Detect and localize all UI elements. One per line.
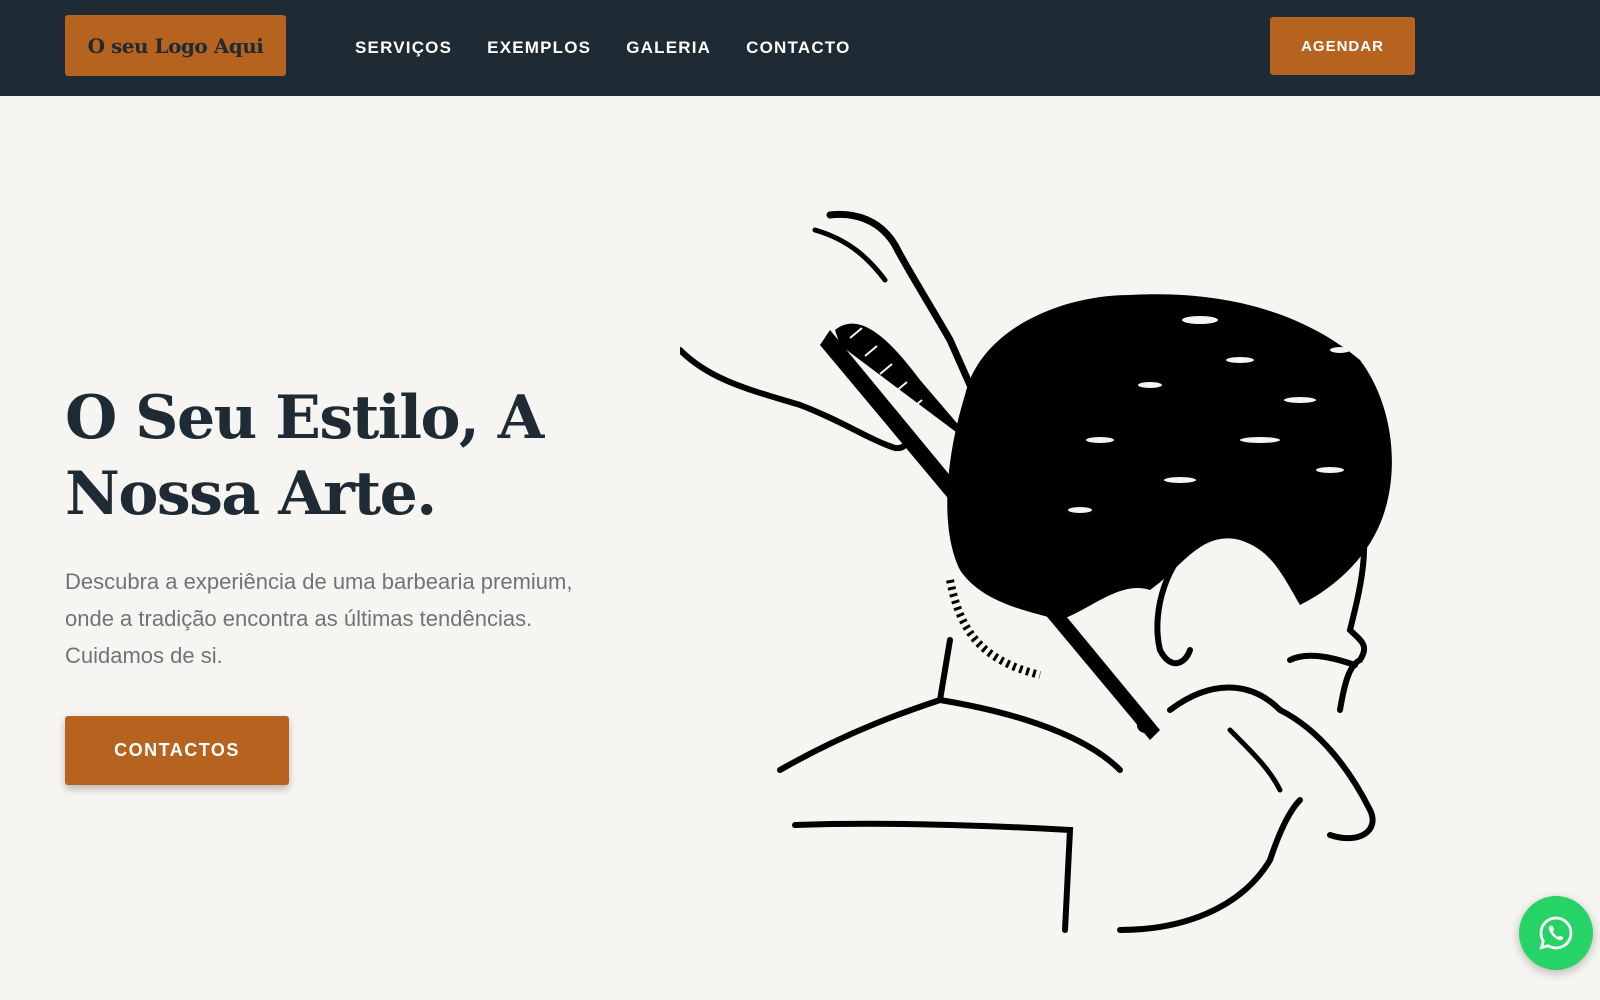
nav-link-exemplos[interactable]: EXEMPLOS — [487, 38, 591, 58]
nav-link-galeria[interactable]: GALERIA — [626, 38, 711, 58]
contactos-button[interactable]: CONTACTOS — [65, 716, 289, 785]
agendar-button[interactable]: AGENDAR — [1270, 17, 1415, 75]
hero-description: Descubra a experiência de uma barbearia … — [65, 569, 573, 668]
top-navbar: O seu Logo Aqui SERVIÇOS EXEMPLOS GALERI… — [0, 0, 1600, 96]
whatsapp-button[interactable] — [1519, 896, 1593, 970]
nav-link-contacto[interactable]: CONTACTO — [746, 38, 850, 58]
main-nav: SERVIÇOS EXEMPLOS GALERIA CONTACTO — [355, 0, 851, 96]
whatsapp-icon — [1539, 916, 1573, 950]
logo[interactable]: O seu Logo Aqui — [65, 15, 286, 76]
hero-title-line-2: Nossa Arte. — [65, 459, 437, 529]
hero-title-line-1: O Seu Estilo, A — [65, 383, 544, 453]
nav-link-servicos[interactable]: SERVIÇOS — [355, 38, 452, 58]
hero-title: O Seu Estilo, A Nossa Arte. — [65, 380, 625, 532]
barber-haircut-illustration — [680, 210, 1392, 933]
